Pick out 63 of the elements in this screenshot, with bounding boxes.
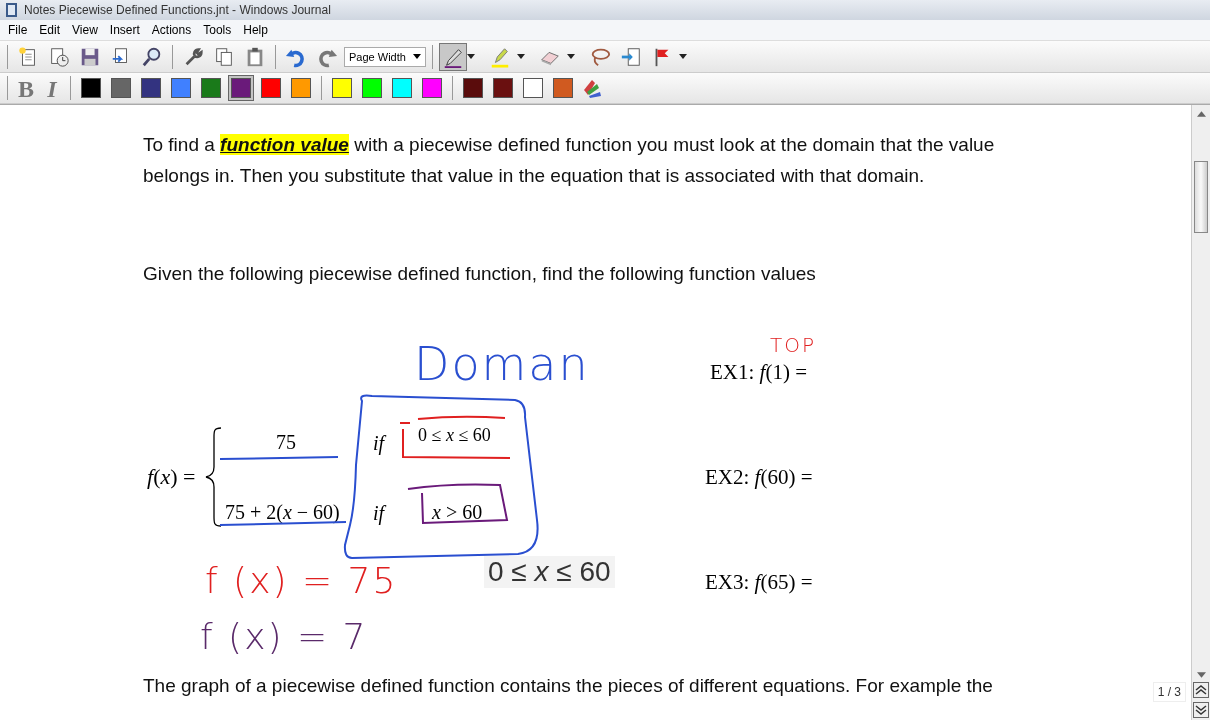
- color-swatch[interactable]: [168, 75, 194, 101]
- paragraph: The graph of a piecewise defined function contains the pieces of different equations. For example the: [143, 674, 993, 698]
- caret-icon[interactable]: [517, 54, 525, 59]
- scroll-up-icon[interactable]: [1196, 111, 1206, 117]
- menu-item[interactable]: Insert: [105, 23, 144, 37]
- highlighter-icon: [489, 45, 511, 68]
- color-swatch[interactable]: [108, 75, 134, 101]
- menu-item[interactable]: Help: [239, 23, 272, 37]
- piece-condition: x > 60: [432, 502, 483, 522]
- color-swatch[interactable]: [198, 75, 224, 101]
- scroll-down-icon[interactable]: [1196, 672, 1206, 678]
- handwritten-note: TOP: [770, 335, 817, 355]
- color-swatch[interactable]: [228, 75, 254, 101]
- clock-document-icon: [48, 45, 70, 68]
- page-indicator: 1 / 3: [1152, 682, 1186, 702]
- piece-expression: 75: [276, 432, 296, 452]
- zoom-select[interactable]: Page Width: [344, 46, 426, 67]
- pasted-inequality: 0 ≤ x ≤ 60: [484, 556, 615, 588]
- piece-expression: 75 + 2(x − 60): [225, 502, 340, 522]
- search-icon: [141, 45, 163, 68]
- color-swatch[interactable]: [329, 75, 355, 101]
- handwritten-note: Doman: [414, 341, 590, 387]
- color-swatch[interactable]: [258, 75, 284, 101]
- scrollbar-thumb[interactable]: [1194, 161, 1208, 233]
- condition-word: if: [373, 503, 385, 523]
- piece-condition: 0 ≤ x ≤ 60: [418, 426, 491, 444]
- next-page-icon[interactable]: [1193, 702, 1209, 718]
- color-swatch[interactable]: [78, 75, 104, 101]
- handwritten-note: f (x) = 7: [200, 619, 368, 655]
- example-prompt: EX2: f(60) =: [705, 467, 813, 488]
- function-name: f(x) =: [147, 466, 196, 488]
- menu-item[interactable]: Tools: [199, 23, 236, 37]
- color-swatch[interactable]: [389, 75, 415, 101]
- color-swatch[interactable]: [460, 75, 486, 101]
- color-swatch[interactable]: [138, 75, 164, 101]
- italic-button[interactable]: I: [41, 76, 63, 100]
- color-swatch[interactable]: [490, 75, 516, 101]
- caret-icon[interactable]: [679, 54, 687, 59]
- menu-item[interactable]: Edit: [35, 23, 65, 37]
- caret-icon: [413, 54, 421, 59]
- menu-item[interactable]: Actions: [147, 23, 196, 37]
- paragraph: Given the following piecewise defined function, find the following function values: [143, 262, 817, 286]
- menu-item[interactable]: View: [68, 23, 102, 37]
- color-swatch[interactable]: [288, 75, 314, 101]
- example-prompt: EX1: f(1) =: [710, 362, 807, 383]
- caret-icon[interactable]: [567, 54, 575, 59]
- window-title: Notes Piecewise Defined Functions.jnt - Windows Journal: [24, 3, 331, 17]
- bold-button[interactable]: B: [15, 76, 37, 100]
- example-prompt: EX3: f(65) =: [705, 572, 813, 593]
- color-swatch[interactable]: [359, 75, 385, 101]
- handwritten-note: f (x) = 75: [205, 563, 398, 599]
- insert-space-icon: [620, 45, 642, 68]
- app-icon: [4, 2, 20, 18]
- color-swatch[interactable]: [520, 75, 546, 101]
- color-swatch[interactable]: [419, 75, 445, 101]
- pen-button[interactable]: [439, 42, 467, 71]
- color-swatch[interactable]: [550, 75, 576, 101]
- previous-page-icon[interactable]: [1193, 682, 1209, 698]
- paragraph: To find a function value with a piecewise defined function you must look at the domain that the value belongs in. Then you substitute that value in the equation that is associated with that domain.: [143, 133, 996, 188]
- condition-word: if: [373, 433, 385, 453]
- caret-icon[interactable]: [467, 54, 475, 59]
- copy-icon: [213, 45, 235, 68]
- menu-item[interactable]: File: [4, 23, 32, 37]
